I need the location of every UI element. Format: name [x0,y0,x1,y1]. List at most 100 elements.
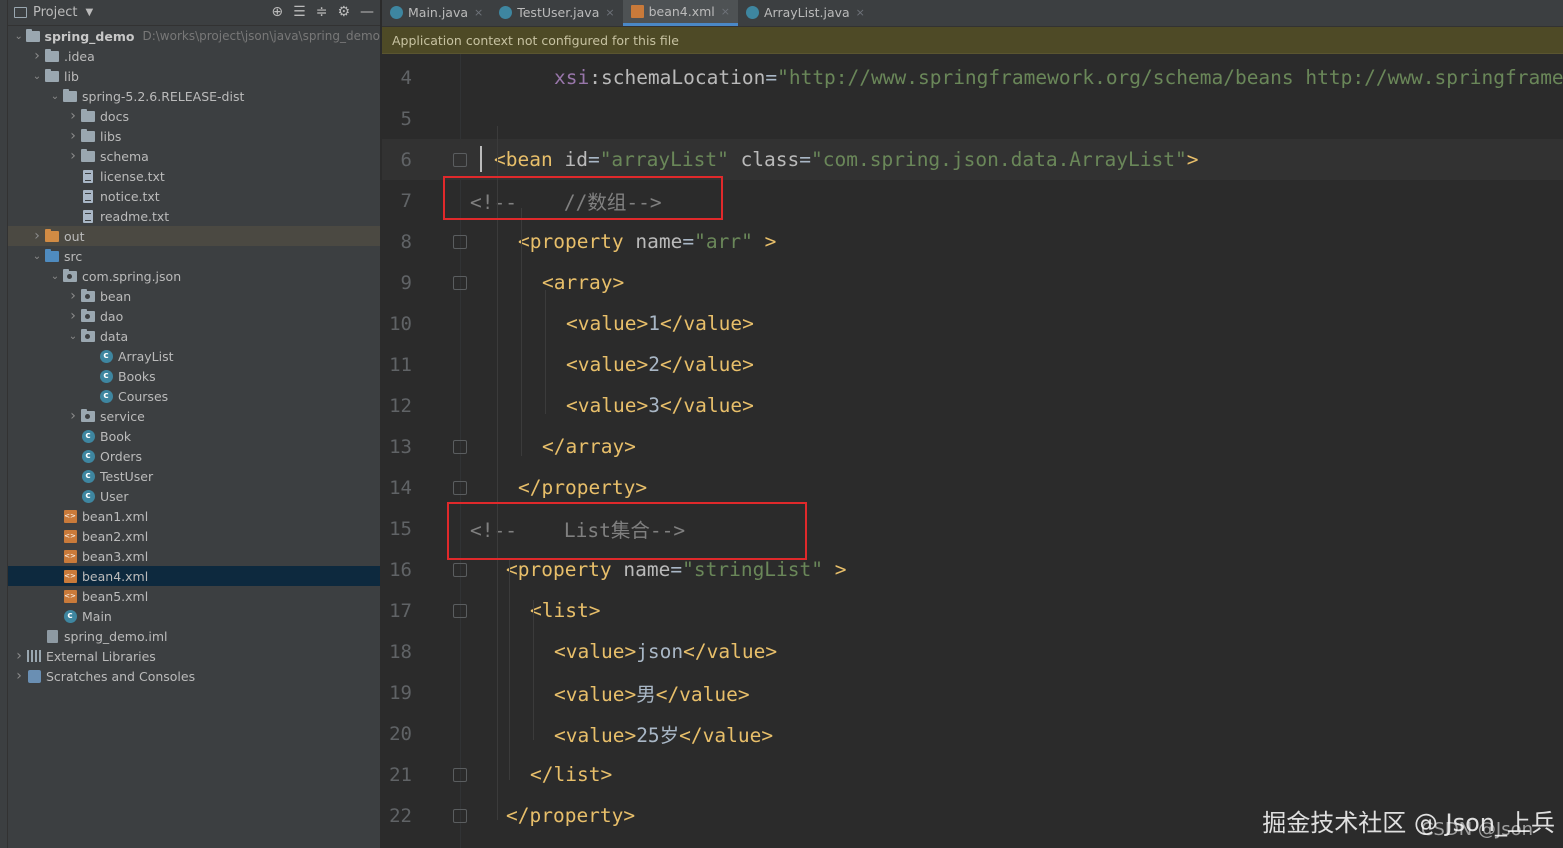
code-token: json [636,640,684,663]
fold-marker-icon[interactable] [453,562,467,577]
tree-item[interactable]: ⌄ spring-5.2.6.RELEASE-dist [8,86,380,106]
tree-item[interactable]: › service [8,406,380,426]
tree-item[interactable]: ⌄ lib [8,66,380,86]
code-line[interactable]: 5 [382,98,1563,139]
fold-marker-icon[interactable] [453,603,467,618]
fold-marker-icon[interactable] [453,234,467,249]
fold-marker-icon[interactable] [453,808,467,823]
tree-item[interactable]: c ArrayList [8,346,380,366]
fold-marker-icon[interactable] [453,275,467,290]
tree-item[interactable]: ⌄ com.spring.json [8,266,380,286]
project-icon [14,7,27,18]
chevron-right-icon[interactable]: › [12,648,26,664]
close-icon[interactable]: × [474,6,483,19]
tree-item[interactable]: › bean [8,286,380,306]
code-line[interactable]: 21 </list> [382,754,1563,795]
chevron-down-icon[interactable]: ⌄ [30,251,44,262]
tree-item[interactable]: <> bean3.xml [8,546,380,566]
code-line[interactable]: 13 </array> [382,426,1563,467]
code-line[interactable]: 11 <value>2</value> [382,344,1563,385]
tree-item[interactable]: ⌄ spring_demo D:\works\project\json\java\s… [8,26,380,46]
tree-item[interactable]: › out [8,226,380,246]
tree-item[interactable]: › .idea [8,46,380,66]
java-class-icon: c [62,609,78,623]
code-token: 3 [648,394,660,417]
code-editor[interactable]: 4 xsi:schemaLocation="http://www.springfr… [382,54,1563,848]
tree-item[interactable]: › libs [8,126,380,146]
editor-tab[interactable]: Main.java × [382,0,491,26]
close-icon[interactable]: × [721,5,730,18]
collapse-all-icon[interactable]: ≑ [316,4,328,20]
code-line[interactable]: 9 <array> [382,262,1563,303]
tree-item[interactable]: license.txt [8,166,380,186]
code-text: </property> [518,476,647,499]
tree-item[interactable]: c Courses [8,386,380,406]
chevron-right-icon[interactable]: › [30,228,44,244]
context-warning-banner: Application context not configured for t… [382,27,1563,54]
fold-marker-icon[interactable] [453,152,467,167]
tree-item[interactable]: notice.txt [8,186,380,206]
tree-item-label: External Libraries [46,648,156,664]
editor-area: Main.java × TestUser.java × bean4.xml × ArrayL… [382,0,1563,848]
code-line[interactable]: 17 <list> [382,590,1563,631]
tab-label: TestUser.java [517,5,600,20]
tree-item[interactable]: c Orders [8,446,380,466]
close-icon[interactable]: × [605,6,614,19]
chevron-down-icon[interactable]: ⌄ [48,271,62,282]
code-line[interactable]: 18 <value>json</value> [382,631,1563,672]
code-line[interactable]: 8 <property name="arr" > [382,221,1563,262]
tree-item-label: data [100,328,129,344]
tree-item[interactable]: <> bean5.xml [8,586,380,606]
minimize-icon[interactable]: — [360,4,374,20]
chevron-down-icon[interactable]: ⌄ [48,91,62,102]
tree-item[interactable]: spring_demo.iml [8,626,380,646]
tree-item[interactable]: c Main [8,606,380,626]
tree-item[interactable]: c User [8,486,380,506]
tree-item[interactable]: ⌄ src [8,246,380,266]
tree-item[interactable]: <> bean2.xml [8,526,380,546]
editor-tab[interactable]: ArrayList.java × [738,0,873,26]
expand-all-icon[interactable]: ☰ [293,4,306,20]
editor-tab[interactable]: TestUser.java × [491,0,622,26]
code-line[interactable]: 10 <value>1</value> [382,303,1563,344]
project-panel-header[interactable]: Project ▼ ⊕ ☰ ≑ ⚙ — [8,0,380,26]
chevron-right-icon[interactable]: › [12,668,26,684]
tree-item[interactable]: readme.txt [8,206,380,226]
close-icon[interactable]: × [856,6,865,19]
chevron-right-icon[interactable]: › [66,308,80,324]
chevron-right-icon[interactable]: › [66,288,80,304]
chevron-right-icon[interactable]: › [66,128,80,144]
tree-item[interactable]: c Book [8,426,380,446]
chevron-down-icon[interactable]: ⌄ [66,331,80,342]
tree-item[interactable]: › External Libraries [8,646,380,666]
code-line[interactable]: 12 <value>3</value> [382,385,1563,426]
tree-item[interactable]: <> bean1.xml [8,506,380,526]
locate-icon[interactable]: ⊕ [271,4,283,20]
chevron-down-icon[interactable]: ▼ [85,7,93,18]
tree-item[interactable]: › dao [8,306,380,326]
tree-item[interactable]: ⌄ data [8,326,380,346]
editor-tab[interactable]: bean4.xml × [622,0,738,26]
code-line[interactable]: 4 xsi:schemaLocation="http://www.springfr… [382,57,1563,98]
tree-item[interactable]: c Books [8,366,380,386]
tree-item[interactable]: › docs [8,106,380,126]
tree-item[interactable]: <> bean4.xml [8,566,380,586]
fold-marker-icon[interactable] [453,767,467,782]
chevron-down-icon[interactable]: ⌄ [12,31,25,42]
tree-item-label: notice.txt [100,188,160,204]
code-line[interactable]: 20 <value>25岁</value> [382,713,1563,754]
fold-marker-icon[interactable] [453,480,467,495]
chevron-right-icon[interactable]: › [66,108,80,124]
code-line[interactable]: 6 <bean id="arrayList" class="com.spring.… [382,139,1563,180]
code-line[interactable]: 19 <value>男</value> [382,672,1563,713]
tree-item[interactable]: c TestUser [8,466,380,486]
chevron-down-icon[interactable]: ⌄ [30,71,44,82]
chevron-right-icon[interactable]: › [66,148,80,164]
chevron-right-icon[interactable]: › [66,408,80,424]
code-token: 男 [636,683,656,706]
tree-item[interactable]: › Scratches and Consoles [8,666,380,686]
fold-marker-icon[interactable] [453,439,467,454]
gear-icon[interactable]: ⚙ [337,4,350,20]
chevron-right-icon[interactable]: › [30,48,44,64]
tree-item[interactable]: › schema [8,146,380,166]
